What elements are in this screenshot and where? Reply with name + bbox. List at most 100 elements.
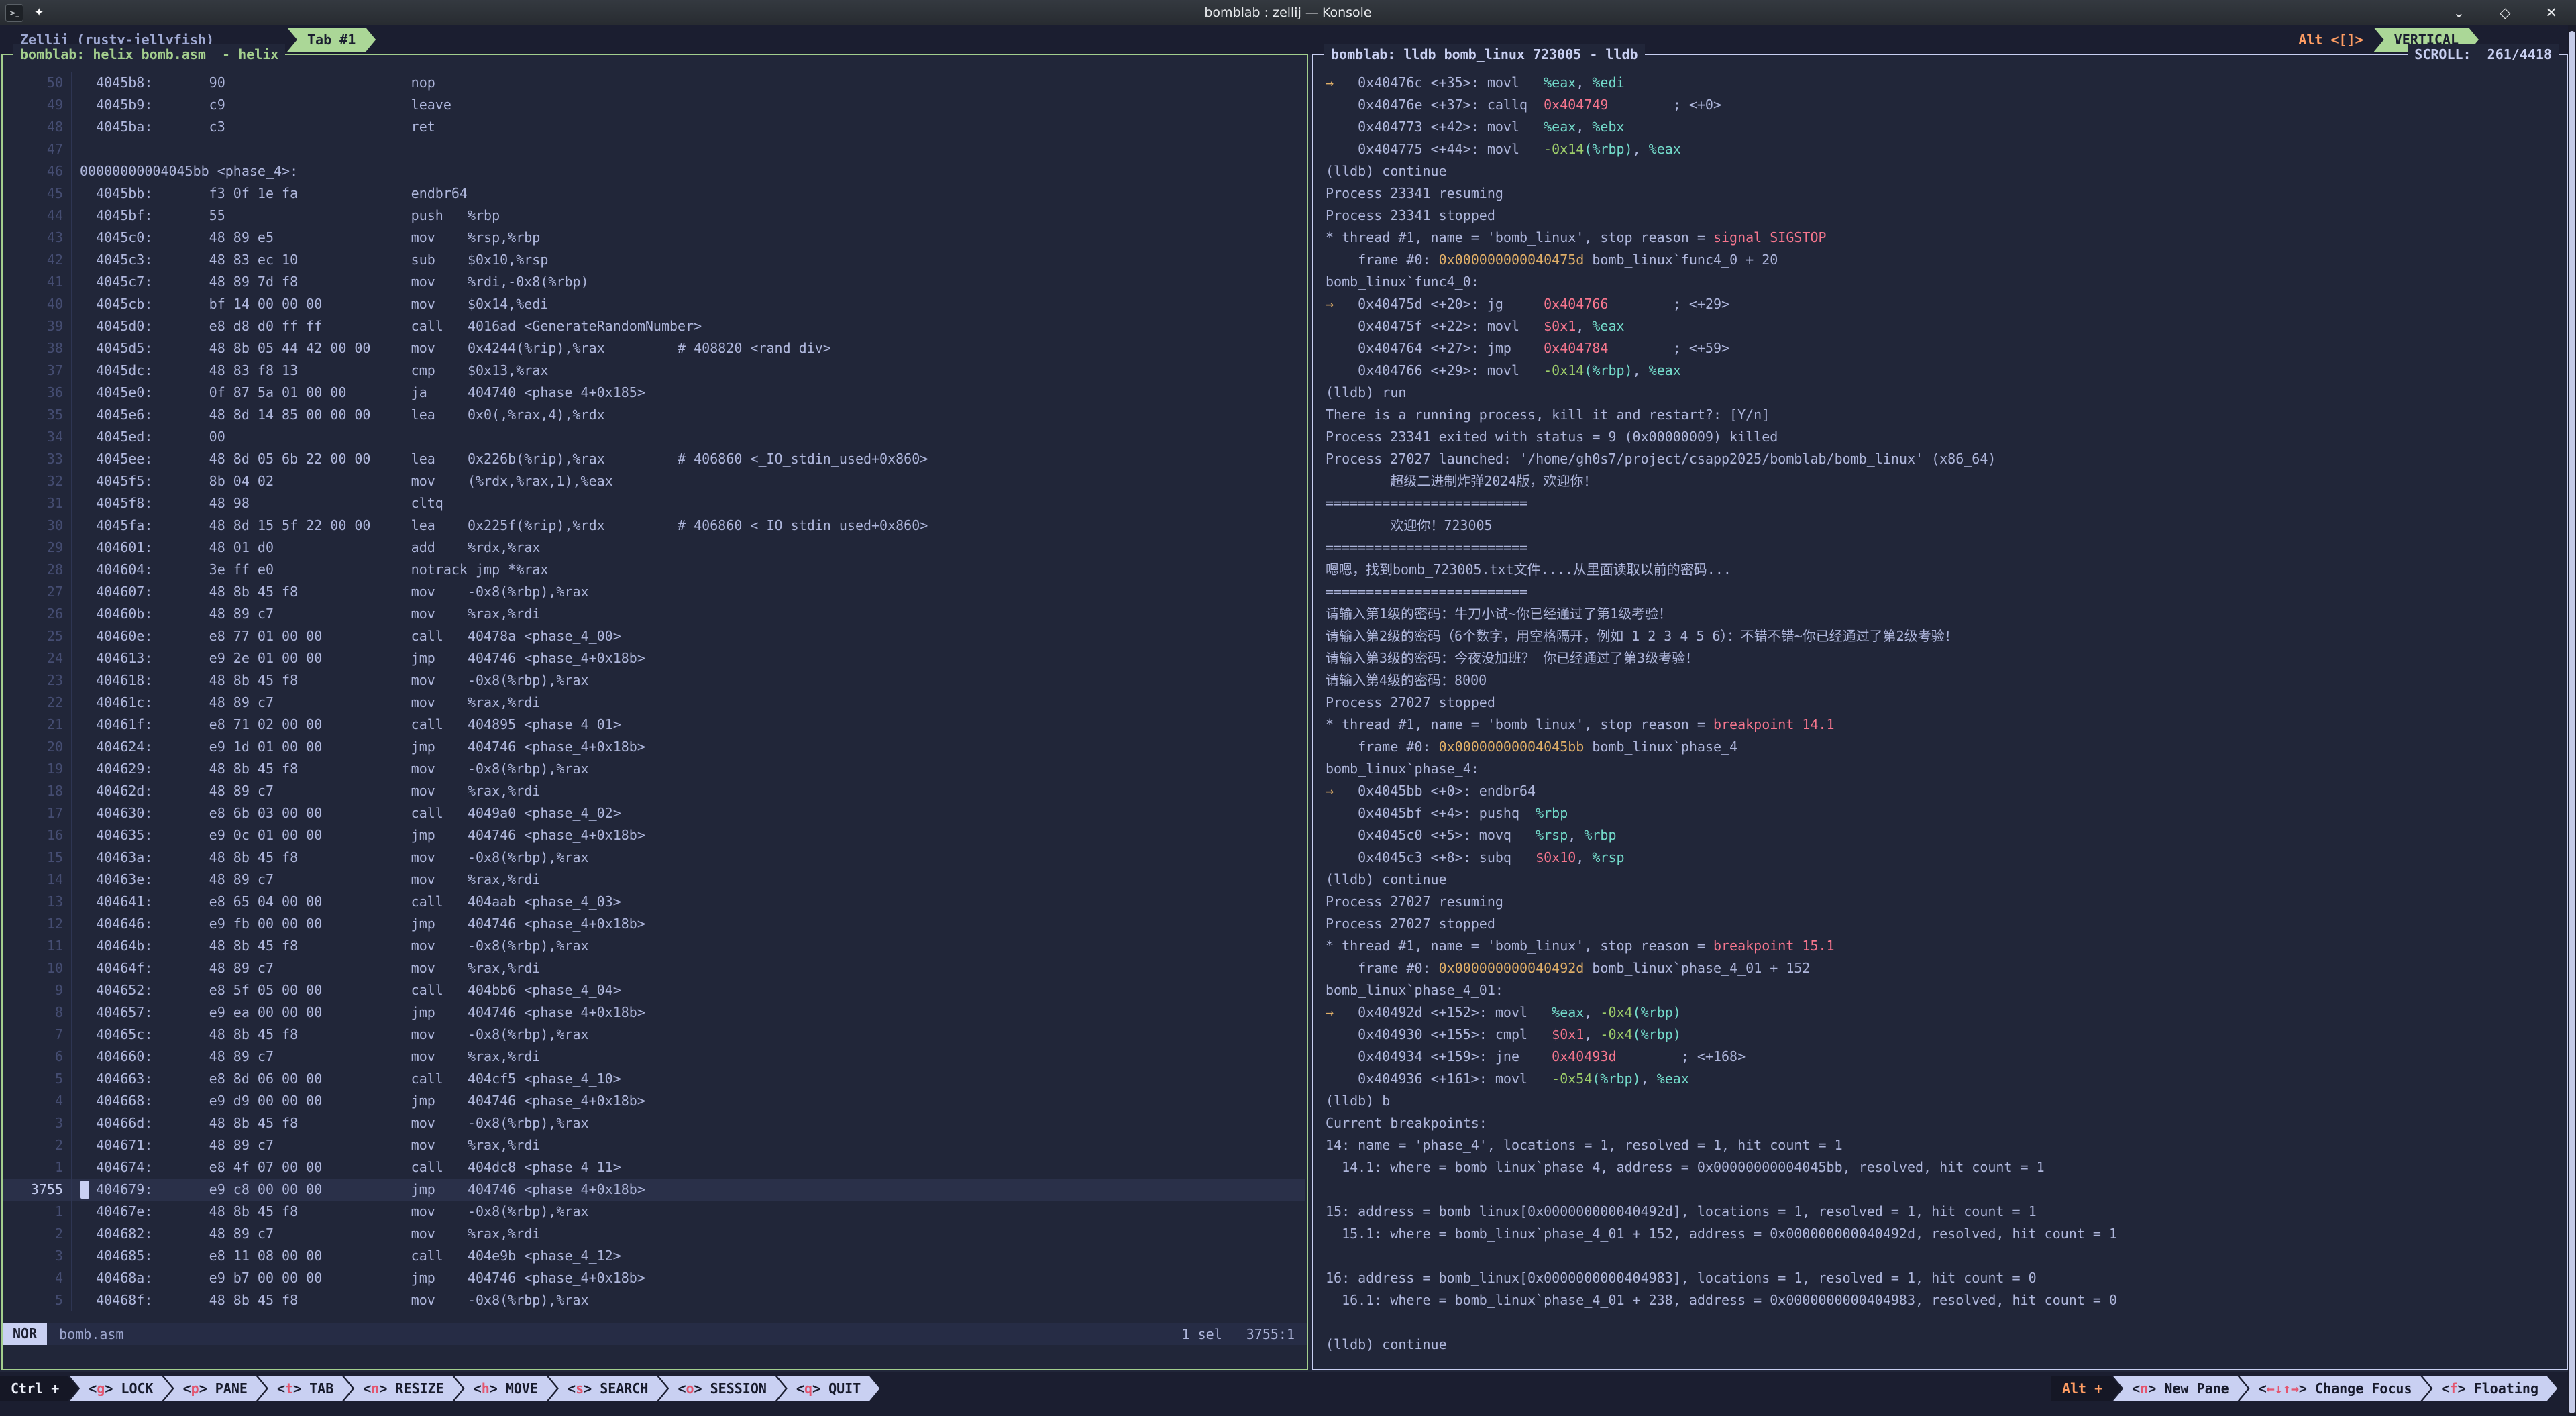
zellij-tab-bar: Zellij (rusty-jellyfish) Tab #1 Alt <[]>… [0, 25, 2576, 54]
asm-text: 4045b9: c9 leave [71, 94, 1305, 116]
lldb-line: 0x40476e <+37>: callq 0x404749 ; <+0> [1326, 94, 2567, 116]
line-number: 24 [3, 647, 71, 669]
key-hint: f [2450, 1380, 2458, 1397]
keybind-floating: <f> Floating [2422, 1376, 2557, 1401]
line-number: 48 [3, 116, 71, 138]
asm-text: 4045c3: 48 83 ec 10 sub $0x10,%rsp [71, 249, 1305, 271]
maximize-button[interactable]: ◇ [2500, 5, 2510, 21]
lldb-line: 请输入第1级的密码：牛刀小试~你已经通过了第1级考验！ [1326, 603, 2567, 625]
lldb-line: → 0x40475d <+20>: jg 0x404766 ; <+29> [1326, 293, 2567, 315]
asm-line: 21 40461f: e8 71 02 00 00 call 404895 <p… [3, 714, 1305, 736]
line-number: 45 [3, 182, 71, 205]
line-number: 3 [3, 1245, 71, 1267]
asm-text: 404624: e9 1d 01 00 00 jmp 404746 <phase… [71, 736, 1305, 758]
asm-line: 31 4045f8: 48 98 cltq [3, 492, 1305, 514]
asm-line: 37 4045dc: 48 83 f8 13 cmp $0x13,%rax [3, 360, 1305, 382]
lldb-line: → 0x40476c <+35>: movl %eax, %edi [1326, 72, 2567, 94]
line-number: 49 [3, 94, 71, 116]
asm-text: 404674: e8 4f 07 00 00 call 404dc8 <phas… [71, 1156, 1305, 1179]
asm-line: 13 404641: e8 65 04 00 00 call 404aab <p… [3, 891, 1305, 913]
asm-line: 25 40460e: e8 77 01 00 00 call 40478a <p… [3, 625, 1305, 647]
key-hint: h [482, 1380, 490, 1397]
lldb-line: ========================= [1326, 492, 2567, 514]
asm-line: 27 404607: 48 8b 45 f8 mov -0x8(%rbp),%r… [3, 581, 1305, 603]
key-hint: q [804, 1380, 812, 1397]
konsole-scrollbar[interactable] [2568, 25, 2576, 1416]
asm-line: 29 404601: 48 01 d0 add %rdx,%rax [3, 537, 1305, 559]
asm-line: 6 404660: 48 89 c7 mov %rax,%rdi [3, 1046, 1305, 1068]
line-number: 4 [3, 1090, 71, 1112]
lldb-line: * thread #1, name = 'bomb_linux', stop r… [1326, 935, 2567, 957]
lldb-line [1326, 1245, 2567, 1267]
lldb-line: 请输入第4级的密码：8000 [1326, 669, 2567, 692]
asm-line: 4 40468a: e9 b7 00 00 00 jmp 404746 <pha… [3, 1267, 1305, 1289]
line-number: 3755 [3, 1179, 71, 1201]
keybind-resize: <n> RESIZE [344, 1376, 462, 1401]
lldb-line: (lldb) b [1326, 1090, 2567, 1112]
line-number: 29 [3, 537, 71, 559]
lldb-line: bomb_linux`phase_4_01: [1326, 979, 2567, 1001]
asm-line: 30 4045fa: 48 8d 15 5f 22 00 00 lea 0x22… [3, 514, 1305, 537]
asm-text: 4045f5: 8b 04 02 mov (%rdx,%rax,1),%eax [71, 470, 1305, 492]
asm-text: 4045d0: e8 d8 d0 ff ff call 4016ad <Gene… [71, 315, 1305, 337]
lldb-line: (lldb) continue [1326, 869, 2567, 891]
line-number: 8 [3, 1001, 71, 1024]
asm-line: 36 4045e0: 0f 87 5a 01 00 00 ja 404740 <… [3, 382, 1305, 404]
asm-text: 40468a: e9 b7 00 00 00 jmp 404746 <phase… [71, 1267, 1305, 1289]
asm-line: 8 404657: e9 ea 00 00 00 jmp 404746 <pha… [3, 1001, 1305, 1024]
asm-text: 40461f: e8 71 02 00 00 call 404895 <phas… [71, 714, 1305, 736]
lldb-terminal-pane[interactable]: bomblab: lldb bomb_linux 723005 - lldb S… [1312, 54, 2568, 1370]
asm-line: 3 404685: e8 11 08 00 00 call 404e9b <ph… [3, 1245, 1305, 1267]
key-hint: o [686, 1380, 694, 1397]
scrollbar-thumb[interactable] [2569, 31, 2575, 1413]
line-number: 16 [3, 824, 71, 847]
line-number: 19 [3, 758, 71, 780]
asm-text: 404657: e9 ea 00 00 00 jmp 404746 <phase… [71, 1001, 1305, 1024]
asm-line: 10 40464f: 48 89 c7 mov %rax,%rdi [3, 957, 1305, 979]
asm-text: 404652: e8 5f 05 00 00 call 404bb6 <phas… [71, 979, 1305, 1001]
asm-line: 44 4045bf: 55 push %rbp [3, 205, 1305, 227]
line-number: 40 [3, 293, 71, 315]
asm-line: 28 404604: 3e ff e0 notrack jmp *%rax [3, 559, 1305, 581]
line-number: 38 [3, 337, 71, 360]
asm-text: 404646: e9 fb 00 00 00 jmp 404746 <phase… [71, 913, 1305, 935]
asm-text: 404607: 48 8b 45 f8 mov -0x8(%rbp),%rax [71, 581, 1305, 603]
helix-editor-pane[interactable]: bomblab: helix bomb.asm - helix 50 4045b… [1, 54, 1308, 1370]
asm-text: 404660: 48 89 c7 mov %rax,%rdi [71, 1046, 1305, 1068]
pin-icon: ✦ [34, 6, 44, 19]
key-hint: p [191, 1380, 199, 1397]
lldb-line: There is a running process, kill it and … [1326, 404, 2567, 426]
lldb-line: ========================= [1326, 581, 2567, 603]
line-number: 34 [3, 426, 71, 448]
scroll-indicator: SCROLL: 261/4418 [2408, 44, 2559, 65]
asm-text: 4045ed: 00 [71, 426, 1305, 448]
asm-text: 404682: 48 89 c7 mov %rax,%rdi [71, 1223, 1305, 1245]
key-hint: n [2140, 1380, 2148, 1397]
helix-cursor-position: 3755:1 [1246, 1326, 1295, 1342]
zellij-status-bar: Ctrl + <g> LOCK<p> PANE<t> TAB<n> RESIZE… [0, 1372, 2576, 1416]
line-number: 37 [3, 360, 71, 382]
lldb-line: Current breakpoints: [1326, 1112, 2567, 1134]
minimize-button[interactable]: ⌄ [2453, 5, 2465, 21]
line-number: 1 [3, 1201, 71, 1223]
asm-text: 404618: 48 8b 45 f8 mov -0x8(%rbp),%rax [71, 669, 1305, 692]
asm-text: 4045ba: c3 ret [71, 116, 1305, 138]
asm-line: 7 40465c: 48 8b 45 f8 mov -0x8(%rbp),%ra… [3, 1024, 1305, 1046]
line-number: 32 [3, 470, 71, 492]
asm-text: 404679: e9 c8 00 00 00 jmp 404746 <phase… [71, 1179, 1305, 1201]
asm-line: 20 404624: e9 1d 01 00 00 jmp 404746 <ph… [3, 736, 1305, 758]
asm-line: 43 4045c0: 48 89 e5 mov %rsp,%rbp [3, 227, 1305, 249]
line-number: 26 [3, 603, 71, 625]
tab-1[interactable]: Tab #1 [287, 28, 376, 52]
asm-text: 4045bb: f3 0f 1e fa endbr64 [71, 182, 1305, 205]
lldb-line: 14: name = 'phase_4', locations = 1, res… [1326, 1134, 2567, 1156]
asm-line: 49 4045b9: c9 leave [3, 94, 1305, 116]
lldb-line: 0x404764 <+27>: jmp 0x404784 ; <+59> [1326, 337, 2567, 360]
asm-line: 18 40462d: 48 89 c7 mov %rax,%rdi [3, 780, 1305, 802]
asm-text: 4045c7: 48 89 7d f8 mov %rdi,-0x8(%rbp) [71, 271, 1305, 293]
helix-mode-indicator: NOR [3, 1323, 47, 1345]
lldb-line: bomb_linux`func4_0: [1326, 271, 2567, 293]
keybind-quit: <q> QUIT [777, 1376, 879, 1401]
close-button[interactable]: ✕ [2545, 5, 2557, 21]
line-number: 20 [3, 736, 71, 758]
